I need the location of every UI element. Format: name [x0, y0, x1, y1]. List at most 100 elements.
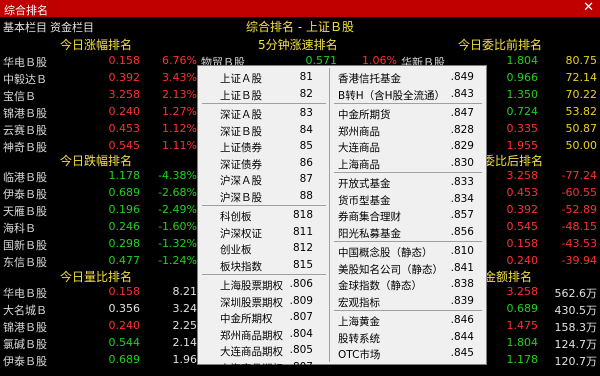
menu-item-code: .833	[450, 176, 474, 188]
menu-item-code: 815	[292, 258, 313, 271]
menu-item-code: .834	[450, 192, 474, 205]
stock-price: 1.178	[506, 353, 539, 366]
menu-item-label: 阳光私募基金	[338, 227, 401, 240]
menu-item-code: .804	[289, 327, 313, 340]
menu-item[interactable]: 板块指数 815	[200, 257, 327, 274]
menu-item-code: 84	[299, 123, 313, 136]
menu-item[interactable]: 深圳股票期权 .809	[200, 293, 327, 310]
menu-item[interactable]: 深证Ａ股 83	[200, 105, 327, 122]
menu-separator	[202, 205, 326, 206]
menu-separator	[334, 241, 482, 242]
menu-item-label: 深证Ａ股	[220, 109, 262, 121]
menu-item-label: 上证Ａ股	[220, 73, 262, 85]
menu-item[interactable]: 沪深权证 811	[200, 224, 327, 241]
window-title: 综合排名	[4, 4, 48, 17]
menu-item[interactable]: OTC市场 .845	[332, 345, 482, 362]
stock-price: 0.335	[506, 122, 539, 135]
menu-item-code: .844	[450, 330, 474, 343]
menu-item[interactable]: 上海商品期权 .807	[200, 359, 327, 376]
menu-item[interactable]: 沪深Ｂ股 88	[200, 188, 327, 205]
commit-ratio: 72.14	[565, 71, 598, 84]
menu-item[interactable]: 货币型基金 .834	[332, 191, 482, 208]
menu-item[interactable]: 大连商品期权 .805	[200, 342, 327, 359]
menu-item-code: 83	[299, 107, 313, 119]
stock-price: 0.240	[506, 254, 539, 267]
menu-item-code: .809	[289, 294, 313, 307]
menu-item-code: .828	[450, 123, 474, 136]
menu-item-code: .846	[450, 314, 474, 326]
menu-item-label: 深证Ｂ股	[220, 125, 262, 138]
menu-item-code: .806	[289, 278, 313, 290]
menu-item-label: 股转系统	[338, 332, 380, 345]
menu-item-code: .843	[450, 87, 474, 100]
menu-item-label: OTC市场	[338, 349, 381, 361]
menu-item-code: .838	[450, 278, 474, 290]
menu-separator	[334, 172, 482, 173]
menu-item[interactable]: 中金所期货 .847	[332, 105, 482, 122]
menu-item-code: .857	[450, 209, 474, 221]
menu-item-label: B转H（含H股全流通）	[338, 89, 445, 102]
menu-item[interactable]: 深证债券 86	[200, 155, 327, 172]
menu-separator	[202, 103, 326, 104]
commit-ratio: -39.94	[561, 254, 597, 267]
close-icon[interactable]: ✕	[583, 0, 594, 15]
menu-item[interactable]: 上海黄金 .846	[332, 312, 482, 329]
menu-item[interactable]: 上证Ａ股 81	[200, 69, 327, 86]
menu-item[interactable]: 科创板 818	[200, 207, 327, 224]
stock-price: 0.724	[506, 105, 539, 118]
menu-item-code: .830	[450, 156, 474, 169]
trade-amount: 124.7万	[554, 338, 598, 351]
menu-item[interactable]: 中国概念股（静态） .810	[332, 243, 482, 260]
market-dropdown-menu[interactable]: 上证Ａ股 81 上证Ｂ股 82 深证Ａ股 83 深证Ｂ股 84 上证债券 85 深证债券 86 沪深Ａ股…	[197, 65, 487, 375]
commit-ratio: -52.89	[561, 203, 597, 216]
title-bar: 综合排名 ✕	[0, 0, 600, 17]
stock-price: 0.966	[506, 71, 539, 84]
menu-item[interactable]: 深证Ｂ股 84	[200, 122, 327, 139]
menu-item[interactable]: 郑州商品 .828	[332, 122, 482, 139]
volume-ratio-title: 今日量比排名	[60, 270, 133, 284]
menu-item[interactable]: 美股知名公司（静态） .841	[332, 260, 482, 277]
menu-item[interactable]: 大连商品 .829	[332, 138, 482, 155]
stock-price: 1.350	[506, 88, 539, 101]
menu-item[interactable]: B转H（含H股全流通） .843	[332, 86, 482, 103]
menu-item[interactable]: 郑州商品期权 .804	[200, 326, 327, 343]
menu-item-label: 中金所期货	[338, 109, 391, 121]
menu-item[interactable]: 香港信托基金 .849	[332, 69, 482, 86]
menu-item[interactable]: 券商集合理财 .857	[332, 207, 482, 224]
commit-ratio: 53.82	[565, 105, 598, 118]
menu-item-code: .841	[450, 261, 474, 274]
menu-item-label: 券商集合理财	[338, 211, 401, 223]
commit-top-title: 今日委比前排名	[458, 38, 543, 52]
menu-item[interactable]: 沪深Ａ股 87	[200, 171, 327, 188]
menu-item-label: 深圳股票期权	[220, 296, 283, 309]
stock-price: 0.689	[506, 302, 539, 315]
menu-item-label: 香港信托基金	[338, 73, 401, 85]
stock-price: 1.475	[506, 319, 539, 332]
menu-item[interactable]: 阳光私募基金 .856	[332, 224, 482, 241]
menu-item-label: 上海股票期权	[220, 280, 283, 292]
menu-item-code: .810	[450, 245, 474, 257]
menu-item-code: 87	[299, 173, 313, 185]
commit-ratio: -48.15	[561, 220, 597, 233]
menu-item-code: 86	[299, 156, 313, 169]
menu-item[interactable]: 宏观指标 .839	[332, 293, 482, 310]
menu-item[interactable]: 上海商品 .830	[332, 155, 482, 172]
menu-item[interactable]: 上海股票期权 .806	[200, 276, 327, 293]
trade-amount: 430.5万	[554, 304, 598, 317]
menu-item-code: .847	[450, 107, 474, 119]
menu-item[interactable]: 上证Ｂ股 82	[200, 86, 327, 103]
menu-item[interactable]: 中金所期权 .807	[200, 309, 327, 326]
stock-price: 1.804	[506, 54, 539, 67]
menu-item[interactable]: 创业板 812	[200, 240, 327, 257]
menu-item[interactable]: 开放式基金 .833	[332, 174, 482, 191]
speed-ranking-title: 5分钟涨速排名	[258, 38, 338, 52]
menu-item[interactable]: 上证债券 85	[200, 138, 327, 155]
menu-item[interactable]: 股转系统 .844	[332, 329, 482, 346]
commit-ratio: 80.75	[565, 54, 598, 67]
trade-amount: 120.7万	[554, 355, 598, 368]
menu-item-code: 85	[299, 140, 313, 152]
gain-ranking-title: 今日涨幅排名	[60, 38, 133, 52]
menu-item-label: 大连商品	[338, 142, 380, 154]
menu-item[interactable]: 金球指数（静态） .838	[332, 276, 482, 293]
menu-item-code: 812	[292, 242, 313, 254]
